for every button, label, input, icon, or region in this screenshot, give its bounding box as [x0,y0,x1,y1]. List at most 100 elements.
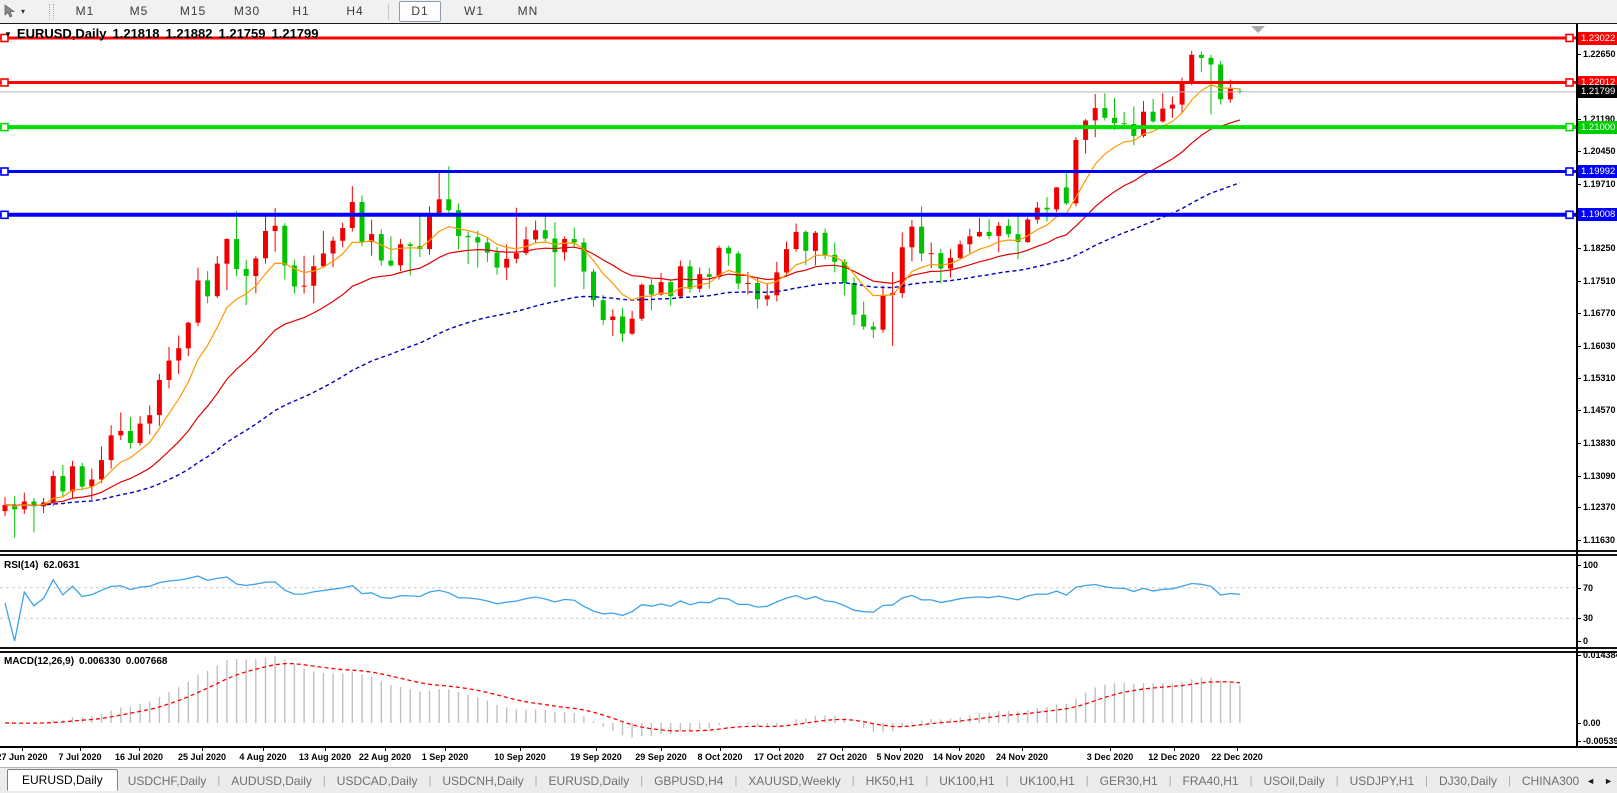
chart-tab-XAUUSD-Weekly[interactable]: XAUUSD,Weekly [738,771,850,791]
chart-tab-U[interactable]: U [1613,771,1617,791]
price-axis-label: 1.12370 [1583,502,1616,512]
price-axis-label: 1.17510 [1583,276,1616,286]
tab-scroll-left-icon[interactable]: ◄ [1586,776,1595,786]
time-label: 22 Dec 2020 [1211,752,1263,762]
timeframe-button-H4[interactable]: H4 [334,1,376,22]
price-axis-label: 1.13830 [1583,438,1616,448]
rsi-value: 62.0631 [43,560,80,571]
horizontal-line[interactable] [0,78,1576,87]
time-label: 14 Nov 2020 [932,752,986,762]
timeframe-button-M1[interactable]: M1 [64,1,106,22]
timeframe-button-MN[interactable]: MN [507,1,549,22]
axis-tick [1576,281,1581,282]
macd-pane[interactable] [0,653,1576,746]
ohlc-open: 1.21818 [112,26,160,41]
timeframe-button-M5[interactable]: M5 [118,1,160,22]
chart-tab-UK100-H1[interactable]: UK100,H1 [1009,771,1084,791]
chart-tab-HK50-H1[interactable]: HK50,H1 [856,771,925,791]
axis-tick [1576,313,1581,314]
time-tick [263,748,264,751]
chart-tab-UK100-H1[interactable]: UK100,H1 [929,771,1004,791]
time-label: 24 Nov 2020 [995,752,1049,762]
chart-tab-EURUSD-Daily[interactable]: EURUSD,Daily [539,771,640,791]
ma-fast-line [4,84,1240,507]
time-label: 13 Aug 2020 [298,752,352,762]
price-axis-label: 0.00 [1583,718,1601,728]
time-label: 27 Jun 2020 [0,752,48,762]
axis-tick [1576,723,1581,724]
price-axis-label: 1.20450 [1583,146,1616,156]
rsi-label: RSI(14) 62.0631 [4,560,85,571]
axis-tick [1576,410,1581,411]
time-axis[interactable]: 27 Jun 2020 7 Jul 2020 16 Jul 2020 25 Jul 2… [0,748,1617,767]
time-label: 16 Jul 2020 [114,752,164,762]
time-tick [139,748,140,751]
price-axis-label: 0.014384 [1583,650,1617,660]
price-axis-label: 1.14570 [1583,405,1616,415]
chart-tab-USDJPY-H1[interactable]: USDJPY,H1 [1340,771,1424,791]
ohlc-low: 1.21759 [218,26,266,41]
rsi-pane[interactable] [0,556,1576,647]
chart-tab-USDCNH-Daily[interactable]: USDCNH,Daily [432,771,533,791]
chart-tab-DJ30-Daily[interactable]: DJ30,Daily [1429,771,1507,791]
timeframe-button-M15[interactable]: M15 [172,1,214,22]
time-label: 22 Aug 2020 [358,752,412,762]
time-tick [520,748,521,751]
axis-tick [1576,507,1581,508]
axis-tick [1576,565,1581,566]
timeframe-buttons: M1 M5 M15 M30 H1 H4 D1 W1 MN [64,1,561,22]
price-tag: 1.23022 [1578,32,1617,45]
time-tick [1237,748,1238,751]
chart-tab-USDCHF-Daily[interactable]: USDCHF,Daily [118,771,217,791]
chart-tab-FRA40-H1[interactable]: FRA40,H1 [1173,771,1249,791]
axis-tick [1576,655,1581,656]
time-tick [80,748,81,751]
horizontal-line[interactable] [0,122,1576,132]
chart-tab-GER30-H1[interactable]: GER30,H1 [1090,771,1168,791]
time-tick [596,748,597,751]
time-label: 19 Sep 2020 [570,752,622,762]
time-tick [720,748,721,751]
timeframe-button-D1[interactable]: D1 [399,1,441,22]
toolbar-separator [388,3,389,20]
price-tag: 1.19008 [1578,208,1617,221]
price-axis-label: 70 [1583,583,1594,593]
price-axis-label: 1.18250 [1583,243,1616,253]
time-tick [385,748,386,751]
axis-tick [1576,378,1581,379]
tab-scroll-right-icon[interactable]: ► [1604,776,1613,786]
chart-title: ▼ EURUSD,Daily 1.21818 1.21882 1.21759 1.2179… [4,26,325,41]
rsi-line [4,575,1240,642]
time-tick [661,748,662,751]
price-tag: 1.21799 [1578,85,1617,98]
rsi-name: RSI(14) [4,560,39,571]
timeframe-button-H1[interactable]: H1 [280,1,322,22]
chart-tab-USOil-Daily[interactable]: USOil,Daily [1253,771,1334,791]
axis-tick [1576,184,1581,185]
time-label: 17 Oct 2020 [753,752,805,762]
chart-tab-EURUSD-Daily[interactable]: EURUSD,Daily [7,768,118,791]
time-label: 10 Sep 2020 [494,752,546,762]
timeframe-button-M30[interactable]: M30 [226,1,268,22]
time-label: 4 Aug 2020 [239,752,287,762]
macd-name: MACD(12,26,9) [4,656,75,667]
timeframe-button-W1[interactable]: W1 [453,1,495,22]
chart-tab-AUDUSD-Daily[interactable]: AUDUSD,Daily [221,771,322,791]
main-price-pane[interactable] [0,24,1576,550]
chevron-down-icon: ▾ [21,7,26,16]
chart-tab-USDCAD-Daily[interactable]: USDCAD,Daily [327,771,428,791]
axis-tick [1576,54,1581,55]
axis-tick [1576,641,1581,642]
chart-tab-GBPUSD-H4[interactable]: GBPUSD,H4 [644,771,733,791]
time-tick [22,748,23,751]
axis-tick [1576,119,1581,120]
time-tick [779,748,780,751]
time-tick [325,748,326,751]
ohlc-high: 1.21882 [165,26,213,41]
cursor-tool-button[interactable]: ▾ [3,2,41,22]
tab-scroll-arrows: ◄ ► [1580,768,1613,793]
axis-tick [1576,476,1581,477]
time-label: 8 Oct 2020 [697,752,743,762]
price-axis-label: 1.13090 [1583,471,1616,481]
horizontal-line[interactable] [0,167,1576,176]
